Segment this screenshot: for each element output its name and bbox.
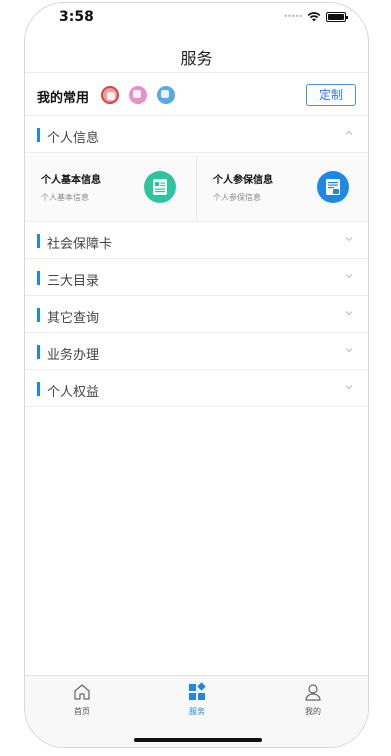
chevron-down-icon (345, 311, 353, 316)
chevron-down-icon (345, 385, 353, 390)
tab-mine[interactable]: 我的 (283, 682, 343, 717)
favorite-shortcut-book-icon[interactable] (129, 86, 147, 104)
section-header-other-queries[interactable]: 其它查询 (25, 296, 368, 333)
section-accent-bar (37, 308, 40, 322)
chevron-down-icon (345, 348, 353, 353)
section-title: 业务办理 (47, 348, 100, 363)
card-title: 个人参保信息 (213, 175, 273, 186)
favorites-bar: 我的常用 定制 (25, 74, 368, 116)
section-title: 社会保障卡 (47, 237, 113, 252)
tab-service[interactable]: 服务 (167, 682, 227, 717)
id-card-icon (144, 171, 176, 203)
section-accent-bar (37, 128, 40, 142)
home-indicator[interactable] (134, 738, 262, 742)
chevron-down-icon (345, 274, 353, 279)
section-header-business-handling[interactable]: 业务办理 (25, 333, 368, 370)
section-accent-bar (37, 382, 40, 396)
home-icon (74, 684, 90, 700)
favorites-label: 我的常用 (37, 91, 90, 106)
insurance-doc-icon (317, 171, 349, 203)
personal-insurance-info-card[interactable]: 个人参保信息 个人参保信息 (197, 155, 368, 221)
tab-label: 我的 (305, 707, 321, 716)
section-title: 其它查询 (47, 311, 100, 326)
section-accent-bar (37, 271, 40, 285)
card-subtitle: 个人参保信息 (213, 193, 261, 202)
signal-icon: ••••• (283, 12, 303, 21)
chevron-down-icon (345, 237, 353, 242)
section-title: 个人信息 (47, 131, 100, 146)
status-icons: ••••• (283, 11, 348, 22)
tab-label: 服务 (189, 707, 205, 716)
status-time: 3:58 (59, 9, 94, 25)
section-title: 个人权益 (47, 385, 100, 400)
tab-bar: 首页 服务 我的 (25, 675, 368, 747)
section-accent-bar (37, 234, 40, 248)
status-bar: 3:58 ••••• (25, 3, 368, 31)
section-header-social-security-card[interactable]: 社会保障卡 (25, 222, 368, 259)
personal-info-panel: 个人基本信息 个人基本信息 个人参保信息 个人参保信息 (25, 155, 368, 222)
user-icon (305, 684, 321, 701)
section-accent-bar (37, 345, 40, 359)
card-title: 个人基本信息 (41, 175, 101, 186)
grid-icon (189, 682, 206, 700)
section-title: 三大目录 (47, 274, 100, 289)
tab-home[interactable]: 首页 (52, 682, 112, 717)
section-header-personal-info[interactable]: 个人信息 (25, 116, 368, 153)
section-header-personal-rights[interactable]: 个人权益 (25, 370, 368, 407)
battery-icon (326, 11, 348, 22)
tab-label: 首页 (74, 707, 90, 716)
favorite-shortcut-card-icon[interactable] (157, 86, 175, 104)
personal-basic-info-card[interactable]: 个人基本信息 个人基本信息 (25, 155, 197, 221)
wifi-icon (307, 12, 321, 22)
section-header-three-catalogs[interactable]: 三大目录 (25, 259, 368, 296)
card-subtitle: 个人基本信息 (41, 193, 89, 202)
favorite-shortcut-badge-icon[interactable] (101, 86, 119, 104)
phone-screen: 3:58 ••••• 服务 我的常用 定制 个人信息 个人基本信息 个人基本信息 (24, 2, 369, 748)
chevron-up-icon (345, 130, 353, 135)
page-title: 服务 (180, 49, 213, 68)
customize-button[interactable]: 定制 (306, 84, 356, 106)
navigation-bar: 服务 (25, 31, 368, 73)
